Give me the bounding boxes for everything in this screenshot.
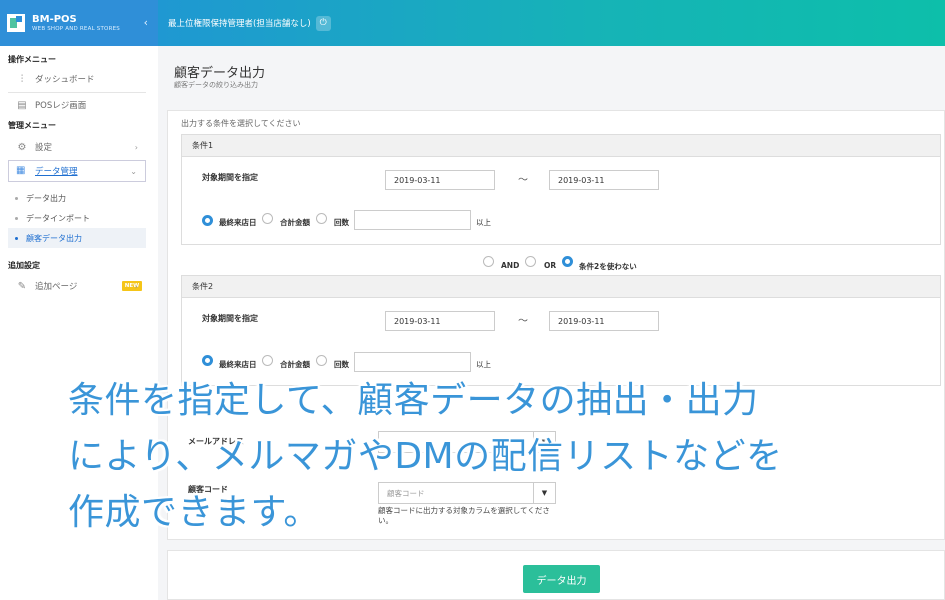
join-radio-and[interactable] — [483, 256, 494, 267]
page-subtitle: 顧客データの絞り込み出力 — [174, 81, 258, 89]
dashboard-icon: ⫶ — [20, 73, 24, 85]
suffix-text: 以上 — [476, 360, 491, 369]
caption-line-3: 作成できます。 — [68, 492, 320, 533]
sidebar-item-dashboard[interactable]: ⫶ ダッシュボード — [16, 73, 95, 86]
gear-icon: ⚙ — [17, 141, 27, 153]
period-label: 対象期間を指定 — [202, 173, 258, 182]
join-radio-not-use[interactable] — [562, 256, 573, 267]
range-tilde: 〜 — [518, 175, 528, 186]
cond2-radio-last-visit[interactable] — [202, 355, 213, 366]
cond2-label-count: 回数 — [334, 360, 349, 369]
current-user: 最上位権限保持管理者(担当店舗なし) — [168, 19, 311, 29]
cond1-radio-last-visit[interactable] — [202, 215, 213, 226]
pen-icon: ✎ — [17, 280, 27, 292]
divider — [8, 92, 146, 93]
page-title: 顧客データ出力 — [174, 66, 266, 81]
brand-name: BM-POS — [32, 14, 77, 25]
sidebar-item-data-management[interactable]: ▦ データ管理 ⌄ — [8, 160, 146, 182]
section-title-admin: 管理メニュー — [8, 121, 56, 130]
cond1-date-to-input[interactable]: 2019-03-11 — [549, 170, 659, 190]
join-label-and: AND — [501, 261, 520, 270]
caption-overlay: 条件を指定して、顧客データの抽出・出力 により、メルマガやDMの配信リストなどを… — [68, 373, 928, 541]
cond2-threshold-input[interactable] — [354, 352, 471, 372]
cond1-radio-count[interactable] — [316, 213, 327, 224]
condition-1-title: 条件1 — [182, 135, 940, 157]
cond2-label-total: 合計金額 — [280, 360, 310, 369]
cond1-label-count: 回数 — [334, 218, 349, 227]
cond1-threshold-input[interactable] — [354, 210, 471, 230]
intro-text: 出力する条件を選択してください — [181, 119, 301, 128]
cond1-date-from-input[interactable]: 2019-03-11 — [385, 170, 495, 190]
sidebar-subitem-customer-export[interactable]: 顧客データ出力 — [8, 228, 146, 248]
cond2-radio-total[interactable] — [262, 355, 273, 366]
logo-icon — [7, 14, 25, 32]
register-icon: ▤ — [17, 99, 27, 111]
sidebar-subitem-data-import[interactable]: データインポート — [8, 208, 146, 228]
section-title-extra: 追加設定 — [8, 261, 40, 270]
cond1-label-total: 合計金額 — [280, 218, 310, 227]
sidebar-item-settings[interactable]: ⚙ 設定 › — [16, 141, 138, 154]
collapse-sidebar-icon[interactable]: ‹ — [144, 16, 148, 29]
condition-2-panel: 条件2 対象期間を指定 2019-03-11 〜 2019-03-11 最終来店… — [181, 275, 941, 386]
condition-2-title: 条件2 — [182, 276, 940, 298]
sidebar-item-add-page[interactable]: ✎ 追加ページ NEW › — [16, 280, 142, 292]
cond2-date-from-input[interactable]: 2019-03-11 — [385, 311, 495, 331]
new-badge: NEW — [122, 281, 142, 291]
top-bar: 最上位権限保持管理者(担当店舗なし) ⏻ — [158, 0, 945, 46]
sidebar-subitem-data-export[interactable]: データ出力 — [8, 188, 146, 208]
suffix-text: 以上 — [476, 218, 491, 227]
cond2-radio-count[interactable] — [316, 355, 327, 366]
join-label-or: OR — [544, 261, 557, 270]
logout-icon[interactable]: ⏻ — [315, 15, 331, 31]
grid-icon: ▦ — [16, 165, 26, 176]
data-management-submenu: データ出力 データインポート 顧客データ出力 — [8, 188, 146, 248]
sidebar-item-pos[interactable]: ▤ POSレジ画面 — [16, 99, 86, 112]
caption-line-1: 条件を指定して、顧客データの抽出・出力 — [68, 380, 759, 421]
period-label: 対象期間を指定 — [202, 314, 258, 323]
cond1-label-last-visit: 最終来店日 — [219, 218, 257, 227]
chevron-down-icon: ⌄ — [130, 166, 137, 176]
condition-1-panel: 条件1 対象期間を指定 2019-03-11 〜 2019-03-11 最終来店… — [181, 134, 941, 245]
export-button[interactable]: データ出力 — [523, 565, 600, 593]
app-header: BM-POS WEB SHOP AND REAL STORES ‹ 最上位権限保… — [0, 0, 945, 46]
brand-subtitle: WEB SHOP AND REAL STORES — [32, 26, 120, 32]
section-title-ops: 操作メニュー — [8, 55, 56, 64]
chevron-right-icon: › — [134, 142, 138, 152]
chevron-right-icon: › — [134, 281, 138, 291]
range-tilde: 〜 — [518, 316, 528, 327]
join-label-not-use: 条件2を使わない — [579, 262, 637, 271]
brand[interactable]: BM-POS WEB SHOP AND REAL STORES ‹ — [0, 0, 158, 46]
caption-line-2: により、メルマガやDMの配信リストなどを — [68, 436, 783, 477]
cond2-label-last-visit: 最終来店日 — [219, 360, 257, 369]
join-radio-or[interactable] — [525, 256, 536, 267]
cond2-date-to-input[interactable]: 2019-03-11 — [549, 311, 659, 331]
cond1-radio-total[interactable] — [262, 213, 273, 224]
